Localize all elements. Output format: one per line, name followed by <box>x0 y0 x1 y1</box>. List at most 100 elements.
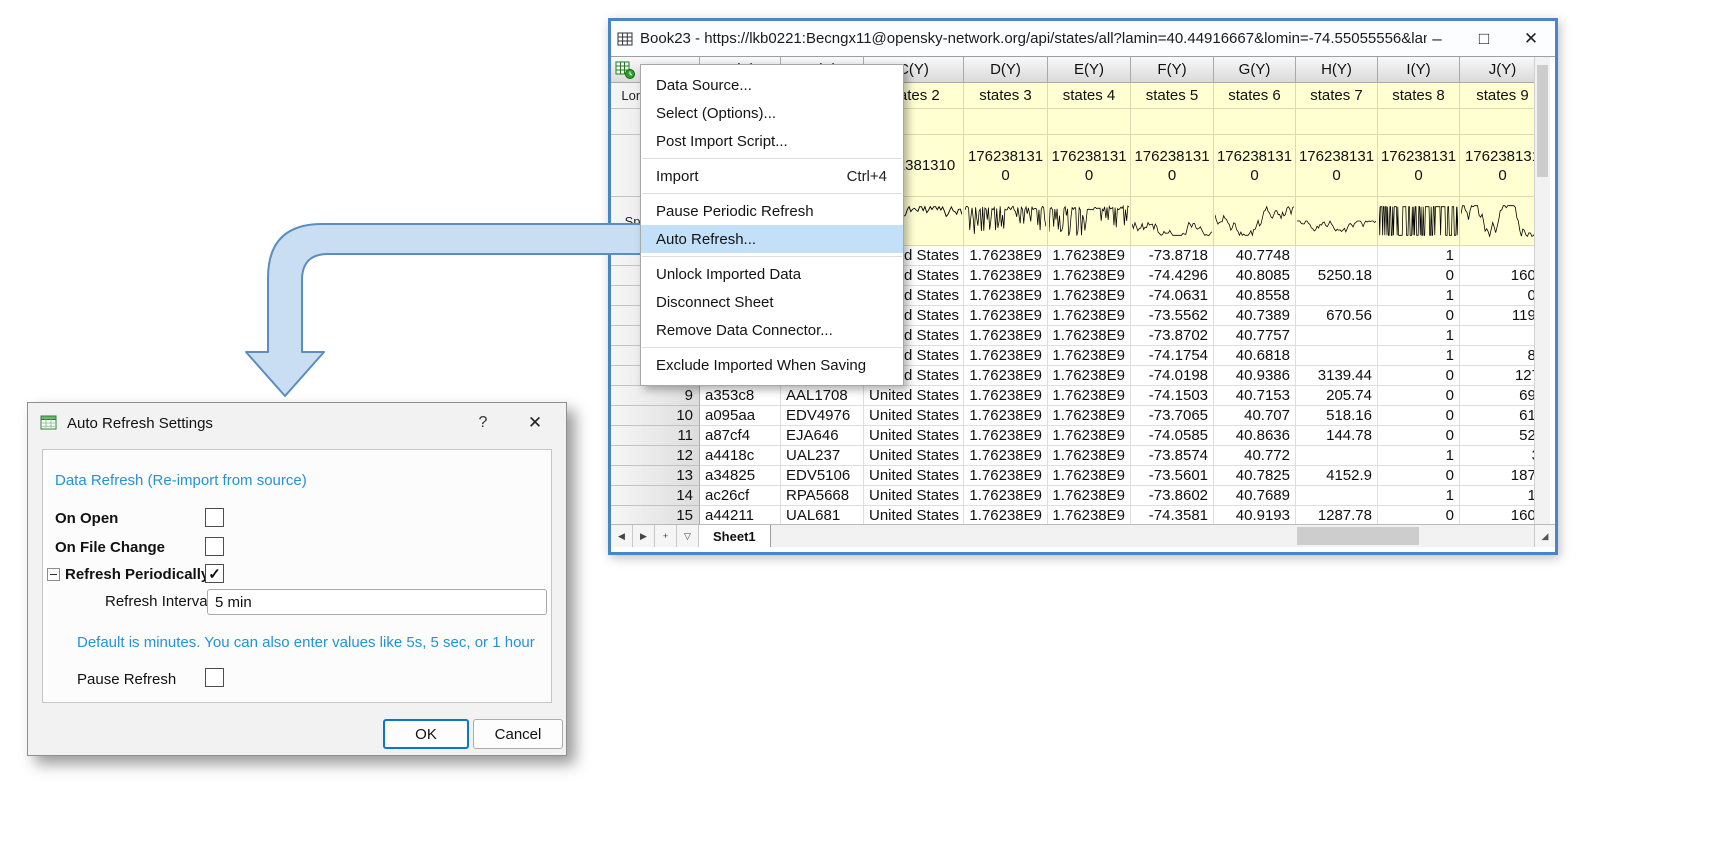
data-cell[interactable]: 1.76238E9 <box>964 326 1048 346</box>
data-cell[interactable]: 1.76238E9 <box>1048 366 1131 386</box>
units-cell[interactable] <box>964 109 1048 135</box>
data-cell[interactable]: 0 <box>1378 406 1460 426</box>
data-cell[interactable]: -73.5601 <box>1131 466 1214 486</box>
row-number[interactable]: 9 <box>611 386 700 406</box>
data-cell[interactable]: a34825 <box>700 466 781 486</box>
units-cell[interactable] <box>1460 109 1534 135</box>
data-cell[interactable]: 40.9193 <box>1214 506 1296 524</box>
menu-item-data-source[interactable]: Data Source... <box>641 71 903 99</box>
data-cell[interactable]: 1.76238E9 <box>1048 246 1131 266</box>
data-cell[interactable]: -73.8702 <box>1131 326 1214 346</box>
data-cell[interactable]: -74.4296 <box>1131 266 1214 286</box>
units-cell[interactable] <box>1131 109 1214 135</box>
data-cell[interactable]: 1. <box>1460 486 1534 506</box>
column-header-d[interactable]: D(Y) <box>964 57 1048 83</box>
units-cell[interactable] <box>1378 109 1460 135</box>
sparkline-cell[interactable] <box>1296 197 1378 246</box>
data-cell[interactable]: 40.9386 <box>1214 366 1296 386</box>
on-open-checkbox[interactable] <box>205 508 224 527</box>
data-cell[interactable]: EDV5106 <box>781 466 864 486</box>
long-name-cell[interactable]: states 5 <box>1131 83 1214 109</box>
data-cell[interactable]: 4152.9 <box>1296 466 1378 486</box>
row-number[interactable]: 11 <box>611 426 700 446</box>
data-cell[interactable]: 0 <box>1378 266 1460 286</box>
data-cell[interactable]: 8. <box>1460 346 1534 366</box>
data-cell[interactable]: 40.7389 <box>1214 306 1296 326</box>
data-cell[interactable]: 3 <box>1460 446 1534 466</box>
data-cell[interactable]: 1 <box>1378 286 1460 306</box>
data-cell[interactable]: 40.7689 <box>1214 486 1296 506</box>
fx-cell[interactable]: 1762381310 <box>1131 135 1214 197</box>
data-cell[interactable]: 1.76238E9 <box>964 386 1048 406</box>
minimize-button[interactable]: – <box>1427 21 1447 56</box>
sheet-list-button[interactable]: ▽ <box>677 525 699 547</box>
long-name-cell[interactable]: states 3 <box>964 83 1048 109</box>
data-cell[interactable]: United States <box>864 446 964 466</box>
data-cell[interactable]: 61. <box>1460 406 1534 426</box>
data-cell[interactable]: 1.76238E9 <box>1048 486 1131 506</box>
pause-refresh-checkbox[interactable] <box>205 668 224 687</box>
data-cell[interactable]: 40.7757 <box>1214 326 1296 346</box>
sparkline-cell[interactable] <box>1131 197 1214 246</box>
column-header-f[interactable]: F(Y) <box>1131 57 1214 83</box>
data-cell[interactable]: a353c8 <box>700 386 781 406</box>
data-cell[interactable]: 0 <box>1378 386 1460 406</box>
sparkline-cell[interactable] <box>1378 197 1460 246</box>
data-cell[interactable]: -73.8602 <box>1131 486 1214 506</box>
data-cell[interactable] <box>1296 246 1378 266</box>
fx-cell[interactable]: 1762381310 <box>1296 135 1378 197</box>
data-cell[interactable]: 0 <box>1378 426 1460 446</box>
data-cell[interactable]: 1.76238E9 <box>1048 266 1131 286</box>
data-cell[interactable]: 1 <box>1378 246 1460 266</box>
units-cell[interactable] <box>1048 109 1131 135</box>
data-cell[interactable]: 40.8636 <box>1214 426 1296 446</box>
add-sheet-button[interactable]: + <box>655 525 677 547</box>
column-header-g[interactable]: G(Y) <box>1214 57 1296 83</box>
scroll-corner[interactable]: ◢ <box>1534 525 1555 547</box>
data-cell[interactable]: -74.0585 <box>1131 426 1214 446</box>
data-cell[interactable]: 1.76238E9 <box>964 366 1048 386</box>
data-cell[interactable]: 1.76238E9 <box>964 486 1048 506</box>
data-cell[interactable]: a4418c <box>700 446 781 466</box>
row-number[interactable]: 14 <box>611 486 700 506</box>
menu-item-auto-refresh[interactable]: Auto Refresh... <box>641 225 903 253</box>
help-button[interactable]: ? <box>468 414 498 432</box>
menu-item-pause-periodic-refresh[interactable]: Pause Periodic Refresh <box>641 197 903 225</box>
data-cell[interactable]: 1 <box>1378 326 1460 346</box>
data-cell[interactable]: a095aa <box>700 406 781 426</box>
collapse-expander-icon[interactable] <box>47 568 60 581</box>
data-cell[interactable] <box>1296 286 1378 306</box>
data-cell[interactable]: 1.76238E9 <box>1048 346 1131 366</box>
data-cell[interactable]: 1.76238E9 <box>964 346 1048 366</box>
column-header-h[interactable]: H(Y) <box>1296 57 1378 83</box>
data-cell[interactable]: 0 <box>1378 466 1460 486</box>
data-cell[interactable]: 1 <box>1378 486 1460 506</box>
column-header-e[interactable]: E(Y) <box>1048 57 1131 83</box>
menu-item-post-import-script[interactable]: Post Import Script... <box>641 127 903 155</box>
data-cell[interactable]: United States <box>864 386 964 406</box>
data-cell[interactable]: 670.56 <box>1296 306 1378 326</box>
sparkline-cell[interactable] <box>1048 197 1131 246</box>
sparkline-cell[interactable] <box>1214 197 1296 246</box>
data-cell[interactable]: 0. <box>1460 286 1534 306</box>
menu-item-remove-data-connector[interactable]: Remove Data Connector... <box>641 316 903 344</box>
data-cell[interactable]: 160. <box>1460 506 1534 524</box>
data-cell[interactable]: -73.8574 <box>1131 446 1214 466</box>
data-cell[interactable] <box>1296 486 1378 506</box>
window-titlebar[interactable]: Book23 - https://lkb0221:Becngx11@opensk… <box>611 21 1555 56</box>
sheet-prev-button[interactable]: ◀ <box>611 525 633 547</box>
fx-cell[interactable]: 1762381310 <box>1378 135 1460 197</box>
data-cell[interactable]: 1.76238E9 <box>1048 286 1131 306</box>
data-cell[interactable]: 40.7748 <box>1214 246 1296 266</box>
data-cell[interactable]: AAL1708 <box>781 386 864 406</box>
data-cell[interactable]: ac26cf <box>700 486 781 506</box>
data-cell[interactable]: 1 <box>1378 446 1460 466</box>
data-cell[interactable]: 0 <box>1378 366 1460 386</box>
data-cell[interactable]: 187. <box>1460 466 1534 486</box>
data-cell[interactable] <box>1296 446 1378 466</box>
data-cell[interactable]: United States <box>864 506 964 524</box>
menu-item-import[interactable]: ImportCtrl+4 <box>641 162 903 190</box>
data-cell[interactable] <box>1460 326 1534 346</box>
sheet-tab[interactable]: Sheet1 <box>699 525 771 547</box>
menu-item-unlock-imported-data[interactable]: Unlock Imported Data <box>641 260 903 288</box>
